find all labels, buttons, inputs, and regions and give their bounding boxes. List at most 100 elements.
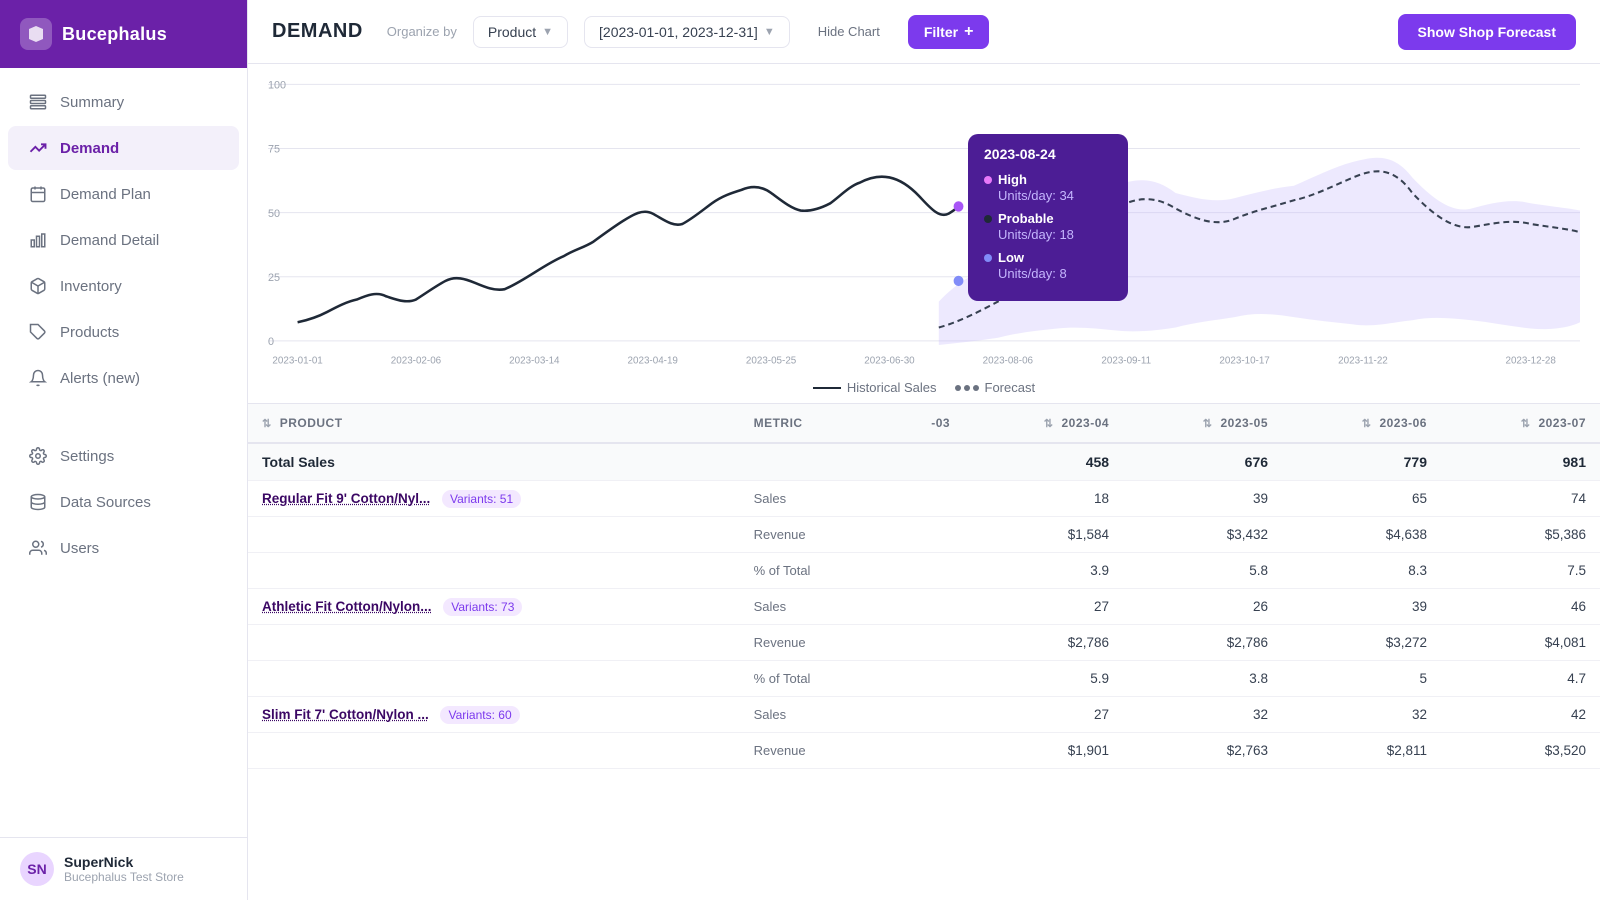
- alerts-label: Alerts (new): [60, 370, 140, 387]
- table-row: % of Total 5.9 3.8 5 4.7: [248, 661, 1600, 697]
- filter-label: Filter: [924, 24, 958, 40]
- val-athletic-fit-rev-06: $3,272: [1282, 625, 1441, 661]
- box-icon: [28, 276, 48, 296]
- sidebar-item-users[interactable]: Users: [8, 526, 239, 570]
- sidebar-item-summary[interactable]: Summary: [8, 80, 239, 124]
- svg-text:2023-12-28: 2023-12-28: [1505, 355, 1556, 366]
- svg-text:2023-02-06: 2023-02-06: [391, 355, 442, 366]
- user-info: SuperNick Bucephalus Test Store: [64, 854, 184, 884]
- sort-icon: ⇅: [262, 417, 272, 430]
- product-name-regular-fit[interactable]: Regular Fit 9' Cotton/Nyl...: [262, 491, 430, 506]
- val-regular-fit-sales-03: [884, 481, 964, 517]
- val-slim-fit-sales-06: 32: [1282, 697, 1441, 733]
- trending-up-icon: [28, 138, 48, 158]
- col-header-2023-05[interactable]: ⇅ 2023-05: [1123, 404, 1282, 443]
- sort-icon: ⇅: [1044, 417, 1054, 430]
- col-header-product: ⇅ PRODUCT: [248, 404, 740, 443]
- col-header-metric: METRIC: [740, 404, 885, 443]
- sidebar-item-demand[interactable]: Demand: [8, 126, 239, 170]
- variants-badge-regular-fit: Variants: 51: [442, 490, 521, 508]
- tooltip-high-row: High Units/day: 34: [984, 172, 1112, 203]
- svg-text:75: 75: [268, 143, 280, 155]
- sidebar-nav: Summary Demand Demand Plan Demand Detail: [0, 68, 247, 837]
- val-regular-fit-pct-06: 8.3: [1282, 553, 1441, 589]
- product-cell-athletic-fit: Athletic Fit Cotton/Nylon... Variants: 7…: [248, 589, 740, 625]
- bell-icon: [28, 368, 48, 388]
- val-athletic-fit-sales-04: 27: [964, 589, 1123, 625]
- date-range-dropdown[interactable]: [2023-01-01, 2023-12-31] ▼: [584, 16, 790, 48]
- table-header-row: ⇅ PRODUCT METRIC -03 ⇅ 2023-04: [248, 404, 1600, 443]
- svg-text:0: 0: [268, 336, 274, 348]
- sidebar-item-demand-plan[interactable]: Demand Plan: [8, 172, 239, 216]
- svg-text:25: 25: [268, 272, 280, 284]
- sidebar-item-alerts[interactable]: Alerts (new): [8, 356, 239, 400]
- metric-sales-slim-fit: Sales: [740, 697, 885, 733]
- val-slim-fit-sales-07: 42: [1441, 697, 1600, 733]
- val-regular-fit-sales-07: 74: [1441, 481, 1600, 517]
- val-regular-fit-rev-05: $3,432: [1123, 517, 1282, 553]
- historical-line-icon: [813, 387, 841, 389]
- col-header-2023-07[interactable]: ⇅ 2023-07: [1441, 404, 1600, 443]
- metric-pct-athletic-fit: % of Total: [740, 661, 885, 697]
- legend-historical-label: Historical Sales: [847, 380, 937, 395]
- tooltip-probable-value: Units/day: 18: [984, 227, 1112, 242]
- app-name: Bucephalus: [62, 24, 167, 45]
- settings-label: Settings: [60, 448, 114, 465]
- table-row: Revenue $1,901 $2,763 $2,811 $3,520: [248, 733, 1600, 769]
- user-profile: SN SuperNick Bucephalus Test Store: [0, 837, 247, 900]
- sidebar-logo: Bucephalus: [0, 0, 247, 68]
- organize-by-dropdown[interactable]: Product ▼: [473, 16, 568, 48]
- layers-icon: [28, 92, 48, 112]
- col-header-2023-04[interactable]: ⇅ 2023-04: [964, 404, 1123, 443]
- col-header-2023-06[interactable]: ⇅ 2023-06: [1282, 404, 1441, 443]
- demand-detail-label: Demand Detail: [60, 232, 159, 249]
- total-col07: 981: [1441, 443, 1600, 481]
- svg-text:2023-01-01: 2023-01-01: [272, 355, 323, 366]
- sidebar-item-inventory[interactable]: Inventory: [8, 264, 239, 308]
- total-col05: 676: [1123, 443, 1282, 481]
- sort-icon: ⇅: [1521, 417, 1531, 430]
- tooltip-high-value: Units/day: 34: [984, 188, 1112, 203]
- filter-button[interactable]: Filter +: [908, 15, 990, 49]
- sidebar-item-data-sources[interactable]: Data Sources: [8, 480, 239, 524]
- total-col03: [884, 443, 964, 481]
- product-name-athletic-fit[interactable]: Athletic Fit Cotton/Nylon...: [262, 599, 431, 614]
- data-sources-label: Data Sources: [60, 494, 151, 511]
- table-row: Revenue $1,584 $3,432 $4,638 $5,386: [248, 517, 1600, 553]
- sort-icon: ⇅: [1362, 417, 1372, 430]
- gear-icon: [28, 446, 48, 466]
- total-sales-label: Total Sales: [248, 443, 884, 481]
- chart-legend: Historical Sales Forecast: [268, 374, 1580, 399]
- total-col06: 779: [1282, 443, 1441, 481]
- chart-svg: 100 75 50 25 0 2023-01-01 2023-02-06 202…: [268, 74, 1580, 374]
- val-regular-fit-pct-04: 3.9: [964, 553, 1123, 589]
- metric-revenue-regular-fit: Revenue: [740, 517, 885, 553]
- probable-dot: [984, 215, 992, 223]
- svg-text:50: 50: [268, 208, 280, 220]
- col-header-03: -03: [884, 404, 964, 443]
- val-slim-fit-sales-05: 32: [1123, 697, 1282, 733]
- sidebar-item-demand-detail[interactable]: Demand Detail: [8, 218, 239, 262]
- metric-revenue-athletic-fit: Revenue: [740, 625, 885, 661]
- total-sales-row: Total Sales 458 676 779 981: [248, 443, 1600, 481]
- sidebar-item-settings[interactable]: Settings: [8, 434, 239, 478]
- val-regular-fit-sales-04: 18: [964, 481, 1123, 517]
- show-shop-forecast-button[interactable]: Show Shop Forecast: [1398, 14, 1576, 50]
- product-name-slim-fit[interactable]: Slim Fit 7' Cotton/Nylon ...: [262, 707, 429, 722]
- val-regular-fit-sales-05: 39: [1123, 481, 1282, 517]
- val-regular-fit-rev-07: $5,386: [1441, 517, 1600, 553]
- chevron-down-icon: ▼: [542, 26, 553, 38]
- table-row: Athletic Fit Cotton/Nylon... Variants: 7…: [248, 589, 1600, 625]
- logo-icon: [20, 18, 52, 50]
- svg-text:2023-09-11: 2023-09-11: [1101, 355, 1151, 366]
- calendar-icon: [28, 184, 48, 204]
- svg-text:2023-04-19: 2023-04-19: [628, 355, 679, 366]
- sidebar: Bucephalus Summary Demand Demand Plan: [0, 0, 248, 900]
- hide-chart-button[interactable]: Hide Chart: [806, 17, 892, 46]
- svg-text:2023-05-25: 2023-05-25: [746, 355, 797, 366]
- sidebar-item-products[interactable]: Products: [8, 310, 239, 354]
- svg-text:2023-06-30: 2023-06-30: [864, 355, 915, 366]
- val-athletic-fit-pct-06: 5: [1282, 661, 1441, 697]
- demand-table: ⇅ PRODUCT METRIC -03 ⇅ 2023-04: [248, 404, 1600, 769]
- val-regular-fit-rev-04: $1,584: [964, 517, 1123, 553]
